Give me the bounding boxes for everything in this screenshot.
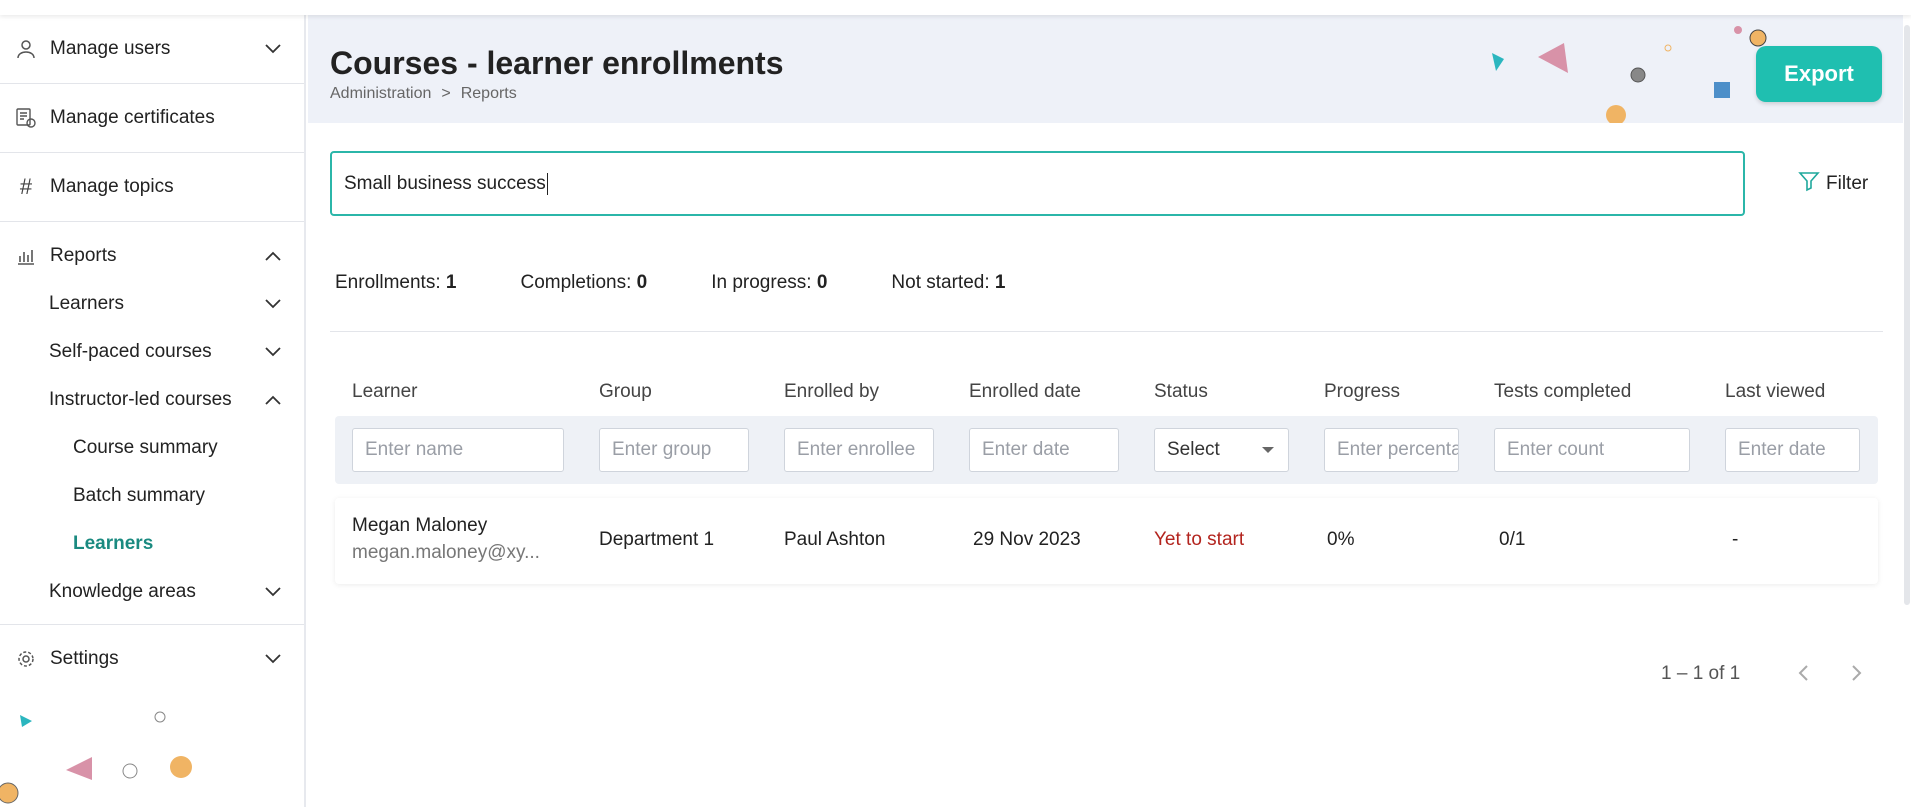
gear-icon [14,647,38,671]
progress-cell: 0% [1327,529,1355,550]
chevron-down-icon[interactable] [264,40,282,58]
top-bar [0,0,1911,15]
stat-in-progress: In progress: 0 [711,272,828,293]
sidebar-item-manage-topics[interactable]: # Manage topics [0,153,304,222]
search-input-value: Small business success [344,172,546,194]
hash-icon: # [19,174,33,199]
pagination-range: 1 – 1 of 1 [1661,663,1741,684]
sidebar-item-label: Self-paced courses [49,341,212,362]
chevron-down-icon[interactable] [264,343,282,361]
breadcrumb-separator: > [441,85,451,102]
sidebar-item-instructor-led-courses[interactable]: Instructor-led courses [0,376,304,424]
table-row[interactable]: Megan Maloney megan.maloney@xy... Depart… [335,498,1878,584]
chevron-down-icon[interactable] [264,295,282,313]
divider [330,331,1883,332]
learner-name: Megan Maloney [352,515,488,536]
user-icon [14,37,38,61]
stat-completions: Completions: 0 [520,272,648,293]
page-header: Courses - learner enrollments Administra… [308,15,1903,123]
dropdown-arrow-icon [1262,447,1274,453]
column-header-progress[interactable]: Progress [1324,381,1400,403]
page-title: Courses - learner enrollments [330,45,784,81]
sidebar-item-label: Manage topics [50,176,174,197]
column-header-group[interactable]: Group [599,381,652,403]
group-filter-input[interactable]: Enter group [599,428,749,472]
filter-icon [1798,170,1820,198]
chevron-up-icon[interactable] [264,391,282,409]
sidebar: Manage users Manage certificates # Manag… [0,15,306,807]
chart-icon [14,244,38,268]
sidebar-item-batch-summary[interactable]: Batch summary [0,472,304,520]
learner-email: megan.maloney@xy... [352,542,540,563]
column-header-enrolled-date[interactable]: Enrolled date [969,381,1081,403]
stat-enrollments: Enrollments: 1 [335,272,457,293]
last-viewed-cell: - [1732,529,1739,550]
search-input[interactable]: Small business success [330,151,1745,216]
last-viewed-filter-input[interactable]: Enter date [1725,428,1860,472]
chevron-up-icon[interactable] [264,247,282,265]
group-cell: Department 1 [599,529,715,550]
sidebar-item-label: Knowledge areas [49,581,196,602]
breadcrumb-reports[interactable]: Reports [461,85,517,103]
enrolled-date-cell: 29 Nov 2023 [973,529,1081,550]
scrollbar[interactable] [1904,25,1910,605]
sidebar-item-label: Manage users [50,38,171,59]
main-content: Courses - learner enrollments Administra… [308,15,1911,807]
text-caret [546,172,548,195]
column-header-learner[interactable]: Learner [352,381,418,403]
filter-button[interactable]: Filter [1798,170,1868,198]
chevron-down-icon[interactable] [264,583,282,601]
filter-label: Filter [1826,173,1869,194]
sidebar-item-self-paced-courses[interactable]: Self-paced courses [0,328,304,376]
sidebar-item-label: Settings [50,648,119,669]
sidebar-item-manage-users[interactable]: Manage users [0,15,304,84]
sidebar-item-settings[interactable]: Settings [0,625,304,693]
enrolled-date-filter-input[interactable]: Enter date [969,428,1119,472]
column-header-status[interactable]: Status [1154,381,1208,403]
sidebar-item-label: Reports [50,245,117,266]
export-button[interactable]: Export [1756,46,1882,102]
sidebar-item-label: Instructor-led courses [49,389,232,410]
column-filter-row: Enter name Enter group Enter enrollee En… [335,416,1878,484]
chevron-left-icon[interactable] [1791,661,1815,685]
column-header-enrolled-by[interactable]: Enrolled by [784,381,879,403]
status-filter-select[interactable]: Select [1154,428,1289,472]
sidebar-item-learners[interactable]: Learners [0,280,304,328]
learner-filter-input[interactable]: Enter name [352,428,564,472]
enrolled-by-filter-input[interactable]: Enter enrollee [784,428,934,472]
enrolled-by-cell: Paul Ashton [784,529,886,550]
sidebar-item-il-learners[interactable]: Learners [0,520,304,568]
status-select-value: Select [1167,439,1220,460]
sidebar-item-manage-certificates[interactable]: Manage certificates [0,84,304,153]
certificate-icon [14,106,38,130]
tests-completed-cell: 0/1 [1499,529,1526,550]
status-badge: Yet to start [1154,529,1245,550]
sidebar-group-reports: Reports Learners Self-paced courses Inst… [0,222,304,625]
progress-filter-input[interactable]: Enter percentage [1324,428,1459,472]
tests-filter-input[interactable]: Enter count [1494,428,1690,472]
stat-not-started: Not started: 1 [891,272,1006,293]
sidebar-item-knowledge-areas[interactable]: Knowledge areas [0,568,304,616]
column-header-last-viewed[interactable]: Last viewed [1725,381,1825,403]
chevron-right-icon[interactable] [1845,661,1869,685]
sidebar-item-course-summary[interactable]: Course summary [0,424,304,472]
summary-stats: Enrollments: 1 Completions: 0 In progres… [335,272,1069,294]
breadcrumb-administration[interactable]: Administration [330,85,431,103]
breadcrumb: Administration > Reports [330,85,517,103]
confetti-decoration [1492,26,1767,123]
confetti-decoration [0,711,192,804]
column-header-tests-completed[interactable]: Tests completed [1494,381,1631,403]
sidebar-item-label: Manage certificates [50,107,215,128]
sidebar-item-label: Learners [49,293,124,314]
chevron-down-icon[interactable] [264,650,282,668]
